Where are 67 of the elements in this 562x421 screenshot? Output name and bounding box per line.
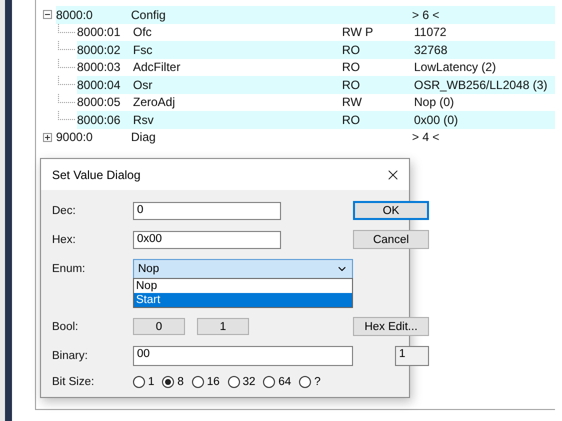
expand-icon[interactable] (43, 132, 52, 142)
tree-line (58, 58, 75, 68)
bit-size-radio[interactable]: 32 (228, 376, 256, 388)
value-cell-text: 32768 (414, 42, 448, 57)
name-cell-text: Rsv (133, 112, 155, 127)
index-cell-text: 8000:04 (77, 78, 122, 92)
index-cell-text: 9000:0 (56, 130, 94, 144)
name-cell-text: Osr (133, 78, 154, 92)
tree-row[interactable]: 8000:0 Config > 6 < (56, 6, 555, 24)
dec-field[interactable]: 0 (133, 202, 281, 220)
index-cell-text: 8000:03 (77, 60, 122, 74)
tree-line (58, 94, 75, 103)
tree-line (58, 76, 75, 86)
tree-row[interactable]: 8000:04 Osr RO OSR_WB256/LL2048 (3) (77, 76, 555, 94)
field-label: Enum: (52, 263, 86, 275)
flags-cell-text: RW P (342, 25, 374, 40)
value-cell-text: 0x00 (0) (414, 112, 460, 127)
bit-size-radio[interactable]: 64 (263, 376, 292, 388)
name-cell-text: AdcFilter (133, 60, 182, 74)
field-label: Bool: (52, 320, 80, 332)
name-cell-text: Diag (131, 130, 157, 144)
enum-dropdown[interactable]: Nop (133, 259, 353, 279)
name-cell-text: ZeroAdj (133, 95, 176, 110)
hex-field[interactable]: 0x00 (133, 230, 281, 248)
value-cell-text: > 6 < (412, 8, 440, 22)
field-label: Binary: (52, 350, 89, 362)
index-cell-text: 8000:05 (77, 95, 122, 110)
flags-cell-text: RO (342, 42, 361, 57)
tree-line (58, 41, 75, 50)
tree-row[interactable]: 8000:05 ZeroAdj RW Nop (0) (77, 94, 555, 111)
name-cell-text: Fsc (133, 42, 154, 57)
tree-row[interactable]: 8000:06 Rsv RO 0x00 (0) (77, 111, 555, 128)
tree-row[interactable]: 8000:02 Fsc RO 32768 (77, 41, 555, 58)
flags-cell-text: RW (342, 95, 363, 110)
ok-button[interactable]: OK (353, 201, 429, 220)
bit-count-field: 1 (395, 346, 429, 366)
binary-field[interactable]: 00 (133, 346, 353, 366)
tree-row[interactable]: 9000:0 Diag > 4 < (56, 128, 555, 146)
value-cell-text: 11072 (414, 25, 448, 40)
flags-cell-text: RO (342, 112, 361, 127)
index-cell-text: 8000:0 (56, 8, 94, 22)
tree-line (58, 24, 75, 33)
tree-row[interactable]: 8000:01 Ofc RW P 11072 (77, 24, 555, 41)
value-cell-text: LowLatency (2) (414, 60, 498, 74)
bool-button[interactable]: 1 (197, 318, 249, 335)
bool-button[interactable]: 0 (133, 318, 185, 335)
dialog-title: Set Value Dialog (52, 168, 140, 182)
collapse-icon[interactable] (43, 10, 52, 20)
value-cell-text: > 4 < (412, 130, 440, 144)
field-label: Dec: (52, 204, 77, 216)
tree-row[interactable]: 8000:03 AdcFilter RO LowLatency (2) (77, 58, 555, 76)
name-cell-text: Config (131, 8, 167, 22)
field-label: Hex: (52, 234, 77, 246)
flags-cell-text: RO (342, 60, 361, 74)
hex-edit-button[interactable]: Hex Edit... (353, 317, 429, 336)
name-cell-text: Ofc (133, 25, 153, 40)
index-cell-text: 8000:06 (77, 112, 122, 127)
bit-size-radio[interactable]: 16 (192, 376, 220, 388)
index-cell-text: 8000:02 (77, 42, 122, 57)
field-label: Bit Size: (52, 376, 96, 388)
dropdown-option[interactable]: Start (134, 293, 352, 307)
value-cell-text: OSR_WB256/LL2048 (3) (414, 78, 548, 92)
value-cell-text: Nop (0) (414, 95, 456, 110)
tree-line (58, 111, 75, 120)
index-cell-text: 8000:01 (77, 25, 122, 40)
flags-cell-text: RO (342, 78, 361, 92)
cancel-button[interactable]: Cancel (353, 230, 429, 249)
